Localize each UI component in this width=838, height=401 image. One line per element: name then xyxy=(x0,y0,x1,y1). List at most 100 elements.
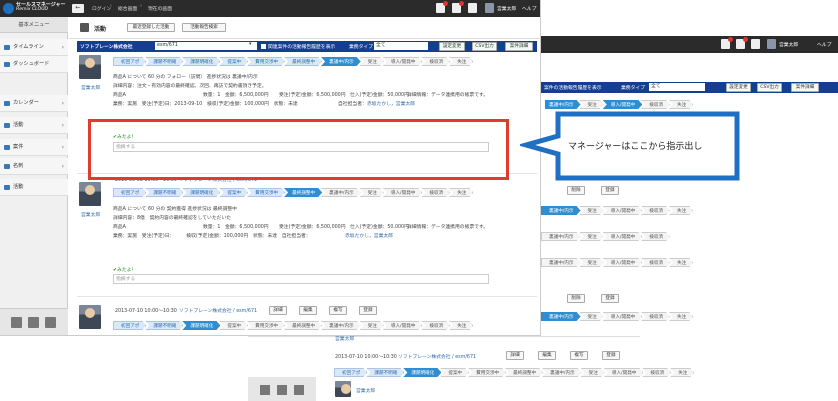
company-link[interactable]: ソフトブレーン株式会社 / esm/671 xyxy=(179,307,257,314)
bg-stage[interactable]: 検収済 xyxy=(641,100,670,109)
stage-step[interactable]: 裏議中/内示 xyxy=(321,188,361,197)
bg-footer-stage[interactable]: 失注 xyxy=(670,368,694,377)
back-button[interactable]: ← xyxy=(72,4,84,13)
company-select[interactable]: esm/671 xyxy=(155,42,257,50)
home-icon[interactable] xyxy=(11,317,22,328)
bg-avatar[interactable] xyxy=(767,39,776,49)
bg-footer-edit-button[interactable]: 編集 xyxy=(538,351,556,360)
bg-stage[interactable]: 検収済 xyxy=(641,206,670,215)
stage-step[interactable]: 課題不明確 xyxy=(145,57,183,66)
history-checkbox[interactable] xyxy=(261,44,266,49)
copy-button[interactable]: 複写 xyxy=(329,306,347,315)
bg-stage[interactable]: 裏議中/内示 xyxy=(545,100,581,109)
sidebar-item-timeline[interactable]: タイムライン › xyxy=(0,39,68,56)
bg-stage[interactable]: 裏議中/内示 xyxy=(541,312,581,321)
stage-step[interactable]: 失注 xyxy=(449,57,473,66)
stage-step[interactable]: 検収済 xyxy=(421,188,450,197)
calendar-icon[interactable] xyxy=(468,3,477,13)
bg-footer-detail-button[interactable]: 詳細 xyxy=(506,351,524,360)
bg-footer-stage[interactable]: 課題明確化 xyxy=(403,368,441,377)
bg-calendar-icon[interactable] xyxy=(751,39,760,49)
stage-step[interactable]: 最終調整中 xyxy=(284,321,322,330)
bg-stage[interactable]: 導入/開発中 xyxy=(603,100,643,109)
bg-stage[interactable]: 受注 xyxy=(580,312,604,321)
stage-step[interactable]: 最終調整中 xyxy=(284,188,322,197)
bg-footer-stage[interactable]: 提案中 xyxy=(440,368,469,377)
stage-step[interactable]: 課題明確化 xyxy=(182,321,220,330)
stage-step[interactable]: 失注 xyxy=(449,321,473,330)
stage-step[interactable]: 検収済 xyxy=(421,321,450,330)
bg-delete-button[interactable]: 削除 xyxy=(567,186,585,195)
user-avatar[interactable] xyxy=(485,3,494,13)
bg-bottom-tool-icon[interactable] xyxy=(277,385,287,395)
stage-step[interactable]: 課題明確化 xyxy=(182,57,220,66)
breadcrumb-item[interactable]: 総合画面 xyxy=(118,5,137,12)
avatar-name[interactable]: 営業太郎 xyxy=(81,211,100,218)
bg-register-button-2[interactable]: 登録 xyxy=(601,294,619,303)
bg-stage[interactable]: 失注 xyxy=(669,100,693,109)
like-link[interactable]: ✔みたよ！ xyxy=(113,266,136,273)
edit-button[interactable]: 編集 xyxy=(299,306,317,315)
bg-user-name[interactable]: 営業太郎 xyxy=(779,41,798,48)
person-link[interactable]: 赤坂たかし，営業太郎 xyxy=(367,100,415,107)
sidebar-item-calendar[interactable]: カレンダー › xyxy=(0,95,68,112)
bg-stage[interactable]: 裏議中/内示 xyxy=(541,258,581,267)
bg-stage[interactable]: 受注 xyxy=(580,232,604,241)
bg-stage[interactable]: 受注 xyxy=(580,206,604,215)
bg-notify-icon[interactable] xyxy=(721,37,733,49)
stage-step[interactable]: 導入/開発中 xyxy=(383,57,423,66)
csv-button[interactable]: CSV出力 xyxy=(472,42,497,51)
person-link[interactable]: 赤坂たかし，営業太郎 xyxy=(345,232,393,239)
stage-step[interactable]: 失注 xyxy=(449,188,473,197)
bg-delete-button-2[interactable]: 削除 xyxy=(567,294,585,303)
bg-stage[interactable]: 裏議中/内示 xyxy=(541,232,581,241)
sidebar-item-cards[interactable]: 名刺 › xyxy=(0,158,68,175)
bg-stage[interactable]: 検収済 xyxy=(641,232,670,241)
detail-button[interactable]: 詳細 xyxy=(269,306,287,315)
bg-help-link[interactable]: ヘルプ xyxy=(817,41,831,48)
bg-stage[interactable]: 受注 xyxy=(580,258,604,267)
stage-step[interactable]: 課題明確化 xyxy=(182,188,220,197)
bg-bottom-home-icon[interactable] xyxy=(260,385,270,395)
bg-stage[interactable]: 失注 xyxy=(669,258,693,267)
stage-step[interactable]: 費用交渉中 xyxy=(247,321,285,330)
wrench-icon[interactable] xyxy=(28,317,39,328)
sidebar-item-activity[interactable]: 活動 › xyxy=(0,117,68,134)
sidebar-item-activity-2[interactable]: 活動 xyxy=(0,179,68,196)
stage-step[interactable]: 最終調整中 xyxy=(284,57,322,66)
sidebar-item-dashboard[interactable]: ダッシュボード xyxy=(0,56,68,73)
bg-mail-icon[interactable] xyxy=(736,37,748,49)
bg-type-select[interactable]: 全て xyxy=(649,83,705,91)
stage-step[interactable]: 初回アポ xyxy=(113,321,146,330)
bg-footer-stage[interactable]: 導入/開発中 xyxy=(604,368,644,377)
stage-step[interactable]: 提案中 xyxy=(219,321,248,330)
bg-csv-button[interactable]: CSV出力 xyxy=(757,83,782,92)
user-name[interactable]: 営業太郎 xyxy=(497,5,516,12)
stage-step[interactable]: 提案中 xyxy=(219,188,248,197)
stage-step[interactable]: 導入/開発中 xyxy=(383,321,423,330)
tab-search[interactable]: 活動報告検索 xyxy=(182,23,226,32)
stage-step[interactable]: 裏議中/内示 xyxy=(321,321,361,330)
stage-step[interactable]: 費用交渉中 xyxy=(247,57,285,66)
stage-step[interactable]: 導入/開発中 xyxy=(383,188,423,197)
bg-register-button[interactable]: 登録 xyxy=(601,186,619,195)
bg-footer-stage[interactable]: 検収済 xyxy=(642,368,671,377)
stage-step[interactable]: 受注 xyxy=(360,57,384,66)
stage-step[interactable]: 検収済 xyxy=(421,57,450,66)
bg-footer-stage[interactable]: 初回アポ xyxy=(334,368,367,377)
bg-footer-stage[interactable]: 裏議中/内示 xyxy=(542,368,582,377)
breadcrumb-item[interactable]: ログイン xyxy=(92,5,111,12)
type-select[interactable]: 全て xyxy=(374,42,428,50)
stage-step[interactable]: 提案中 xyxy=(219,57,248,66)
bg-stage[interactable]: 導入/開発中 xyxy=(603,312,643,321)
stage-step[interactable]: 受注 xyxy=(360,321,384,330)
bg-footer-reg-button[interactable]: 登録 xyxy=(602,351,620,360)
bg-print-button[interactable]: 案件詳細 xyxy=(791,83,819,92)
bg-footer-copy-button[interactable]: 複写 xyxy=(570,351,588,360)
bg-bottom-grid-icon[interactable] xyxy=(294,385,304,395)
comment-input[interactable]: 指摘する xyxy=(113,274,489,284)
settings-button[interactable]: 設定変更 xyxy=(439,42,465,51)
stage-step[interactable]: 受注 xyxy=(360,188,384,197)
stage-step[interactable]: 費用交渉中 xyxy=(247,188,285,197)
stage-step[interactable]: 初回アポ xyxy=(113,57,146,66)
